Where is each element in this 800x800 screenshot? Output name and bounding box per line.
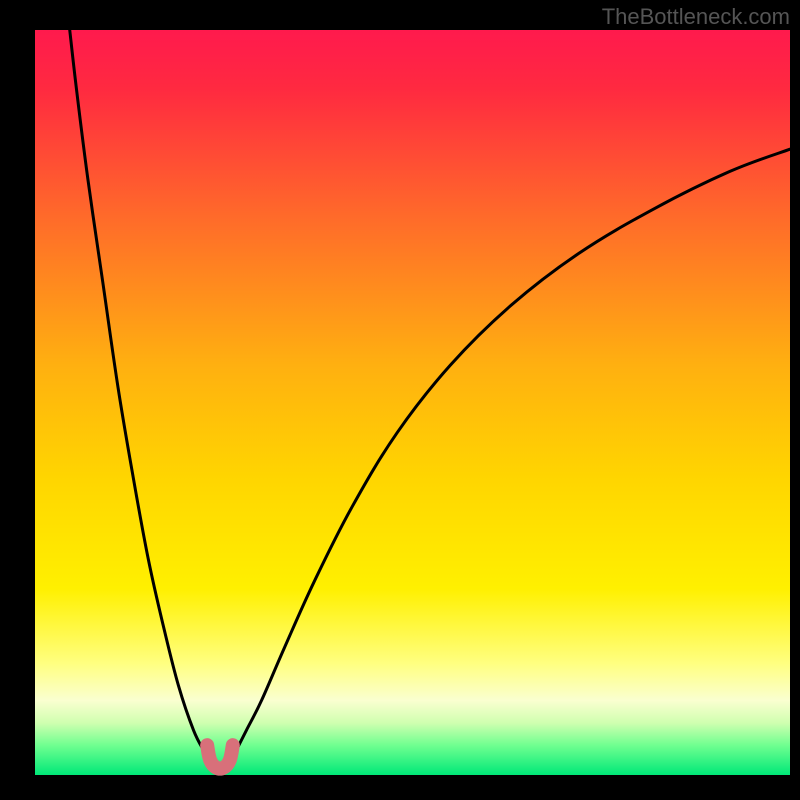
chart-svg [0,0,800,800]
chart-background [35,30,790,775]
watermark-text: TheBottleneck.com [602,4,790,30]
chart-area [0,0,800,800]
